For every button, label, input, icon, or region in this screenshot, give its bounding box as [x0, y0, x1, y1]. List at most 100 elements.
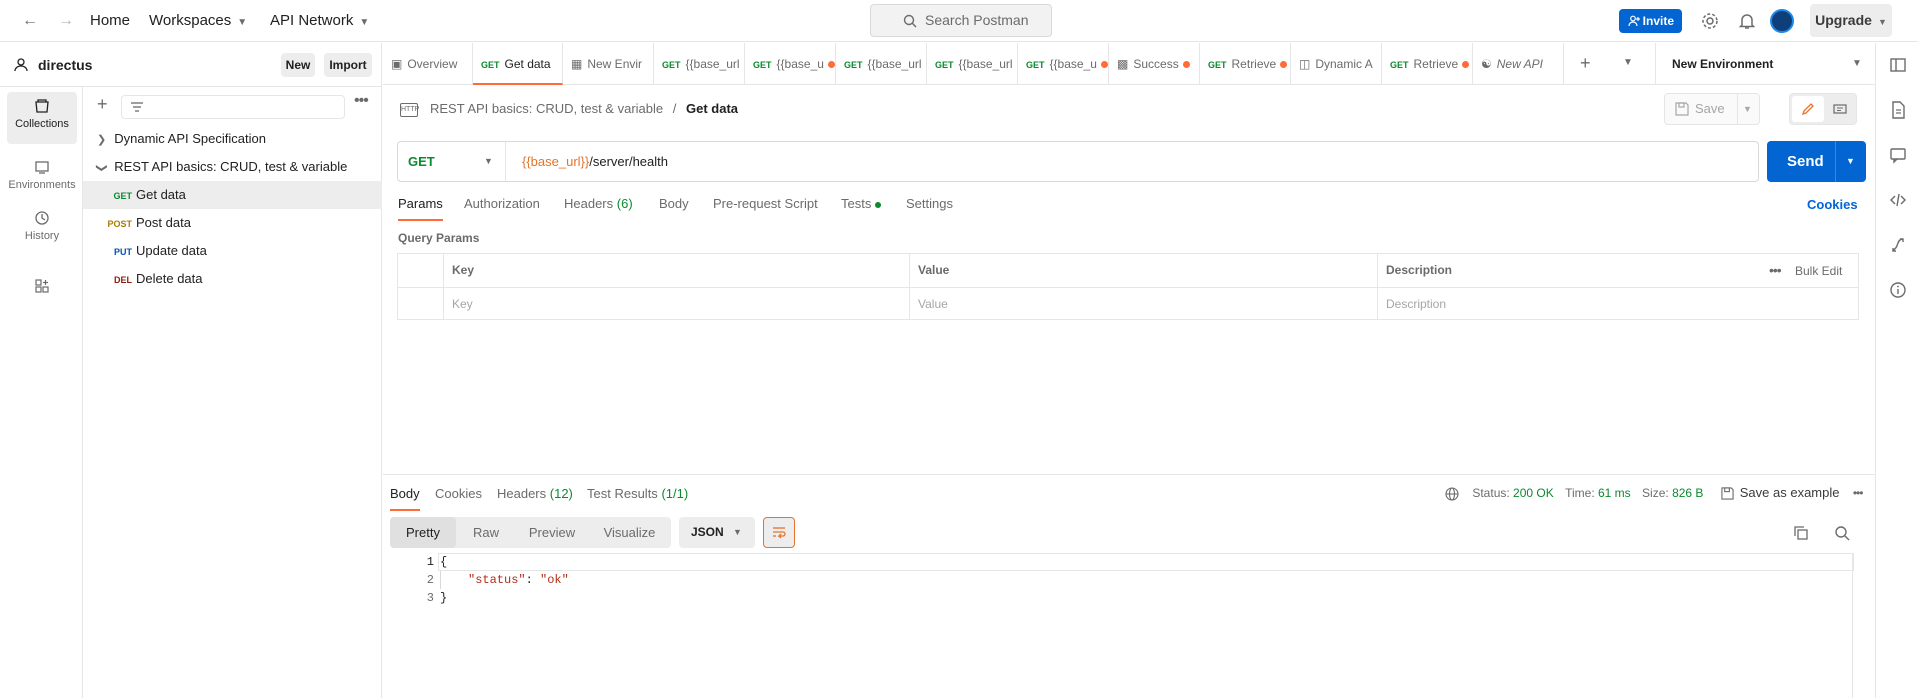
tab-overview[interactable]: ▣ Overview	[383, 43, 473, 85]
environment-quicklook-icon[interactable]	[1888, 55, 1908, 75]
format-select[interactable]: JSON ▼	[679, 517, 755, 548]
unsaved-dot	[827, 61, 835, 69]
editor-scrollbar[interactable]	[1852, 553, 1853, 698]
cookies-link[interactable]: Cookies	[1807, 197, 1858, 212]
tab-test-results[interactable]: Test Results (1/1)	[587, 485, 688, 503]
edit-mode-button[interactable]	[1792, 96, 1824, 122]
tab-request[interactable]: GET {{base_url	[927, 43, 1018, 85]
tab-tests[interactable]: Tests	[841, 195, 882, 213]
avatar[interactable]	[1770, 9, 1794, 33]
response-divider[interactable]	[383, 474, 1875, 475]
tab-request[interactable]: GET {{base_url	[654, 43, 745, 85]
sidebar-item-configure[interactable]	[7, 272, 77, 308]
view-preview[interactable]: Preview	[516, 517, 588, 548]
tab-request[interactable]: GET {{base_u	[1018, 43, 1109, 85]
environment-icon: ▦	[571, 57, 583, 71]
tab-headers[interactable]: Headers (6)	[564, 195, 633, 213]
tab-response-body[interactable]: Body	[390, 485, 420, 511]
tree-folder[interactable]: ❯ Dynamic API Specification	[83, 125, 382, 153]
time-value[interactable]: 61 ms	[1598, 486, 1631, 500]
tree-request-get-data[interactable]: GET Get data	[83, 181, 382, 209]
tab-body[interactable]: Body	[659, 195, 689, 213]
tab-response-headers[interactable]: Headers (12)	[497, 485, 573, 503]
copy-icon[interactable]	[1793, 525, 1809, 541]
breadcrumb-request[interactable]: Get data	[686, 101, 738, 116]
status-value[interactable]: 200 OK	[1513, 486, 1554, 500]
method-select[interactable]: GET ▼	[408, 142, 506, 181]
settings-gear-icon[interactable]	[1700, 11, 1720, 31]
sidebar-item-collections[interactable]: Collections	[7, 92, 77, 144]
tree-folder[interactable]: ❯ REST API basics: CRUD, test & variable	[83, 153, 382, 181]
tab-request[interactable]: GET Retrieve	[1382, 43, 1473, 85]
tab-label: Retrieve	[1413, 57, 1459, 71]
tab-get-data[interactable]: GET Get data	[473, 43, 563, 85]
param-description-input[interactable]: Description	[1378, 287, 1858, 319]
sidebar-item-history[interactable]: History	[7, 204, 77, 256]
tab-params[interactable]: Params	[398, 195, 443, 221]
tab-new-api[interactable]: ☯ New API	[1473, 43, 1564, 85]
tab-authorization[interactable]: Authorization	[464, 195, 540, 213]
format-label: JSON	[691, 525, 724, 539]
upgrade-button[interactable]: Upgrade ▼	[1810, 4, 1892, 37]
search-input[interactable]: Search Postman	[870, 4, 1052, 37]
view-visualize[interactable]: Visualize	[588, 517, 671, 548]
tab-pre-request-script[interactable]: Pre-request Script	[713, 195, 818, 213]
save-as-example-button[interactable]: Save as example	[1721, 485, 1843, 500]
documentation-icon[interactable]	[1888, 100, 1908, 120]
import-button[interactable]: Import	[324, 53, 372, 77]
new-button[interactable]: New	[281, 53, 315, 77]
size-value[interactable]: 826 B	[1672, 486, 1703, 500]
filter-input[interactable]	[121, 95, 345, 119]
tree-request-update-data[interactable]: PUT Update data	[83, 237, 382, 265]
param-value-input[interactable]: Value	[910, 287, 1378, 319]
view-raw[interactable]: Raw	[456, 517, 516, 548]
tab-collection[interactable]: ◫ Dynamic A	[1291, 43, 1382, 85]
forward-arrow-icon[interactable]: →	[56, 11, 76, 31]
tab-settings[interactable]: Settings	[906, 195, 953, 213]
wrap-lines-button[interactable]	[763, 517, 795, 548]
api-network-menu[interactable]: API Network ▼	[270, 12, 369, 32]
more-options-icon[interactable]: •••	[354, 92, 369, 110]
workspaces-menu[interactable]: Workspaces ▼	[149, 12, 247, 32]
home-link[interactable]: Home	[90, 12, 130, 30]
related-collections-icon[interactable]	[1888, 235, 1908, 255]
new-tab-plus-icon[interactable]: +	[1580, 53, 1591, 74]
invite-button[interactable]: Invite	[1619, 9, 1682, 33]
more-options-icon[interactable]: •••	[1853, 486, 1864, 500]
environment-selector[interactable]: New Environment ▼	[1655, 43, 1875, 85]
info-icon[interactable]	[1888, 280, 1908, 300]
search-icon[interactable]	[1834, 525, 1850, 541]
tab-request[interactable]: GET {{base_u	[745, 43, 836, 85]
back-arrow-icon[interactable]: ←	[20, 11, 40, 31]
tab-list-chevron-icon[interactable]: ▼	[1623, 57, 1633, 68]
tab-new-environment[interactable]: ▦ New Envir	[563, 43, 654, 85]
param-key-input[interactable]: Key	[444, 287, 910, 319]
chevron-down-icon[interactable]: ▼	[1743, 94, 1752, 124]
tab-request[interactable]: GET Retrieve	[1200, 43, 1291, 85]
response-body-editor[interactable]: 1 2 3 { "status": "ok" }	[390, 553, 1854, 698]
tab-response-cookies[interactable]: Cookies	[435, 485, 482, 503]
send-button[interactable]: Send ▼	[1767, 141, 1866, 182]
size-label: Size:	[1642, 486, 1669, 500]
tree-request-delete-data[interactable]: DEL Delete data	[83, 265, 382, 293]
bulk-edit-link[interactable]: Bulk Edit	[1795, 264, 1842, 278]
plus-icon[interactable]: +	[97, 94, 108, 115]
comment-mode-icon[interactable]	[1833, 103, 1847, 117]
tab-request[interactable]: GET {{base_url	[836, 43, 927, 85]
chevron-down-icon: ▼	[733, 527, 742, 537]
view-pretty[interactable]: Pretty	[390, 517, 456, 548]
tab-example[interactable]: ▩ Success	[1109, 43, 1200, 85]
chevron-down-icon[interactable]: ▼	[1846, 141, 1855, 182]
more-options-icon[interactable]: •••	[1769, 262, 1782, 278]
sidebar-item-environments[interactable]: Environments	[7, 153, 77, 205]
overview-icon: ▣	[391, 57, 403, 71]
comments-icon[interactable]	[1888, 145, 1908, 165]
notification-bell-icon[interactable]	[1737, 11, 1757, 31]
breadcrumb-collection[interactable]: REST API basics: CRUD, test & variable	[430, 101, 663, 116]
save-button[interactable]: Save ▼	[1664, 93, 1760, 125]
globe-icon[interactable]	[1445, 487, 1459, 501]
url-input[interactable]: {{base_url}}/server/health	[522, 142, 668, 181]
tree-request-post-data[interactable]: POST Post data	[83, 209, 382, 237]
example-icon: ▩	[1117, 57, 1129, 71]
code-icon[interactable]	[1888, 190, 1908, 210]
